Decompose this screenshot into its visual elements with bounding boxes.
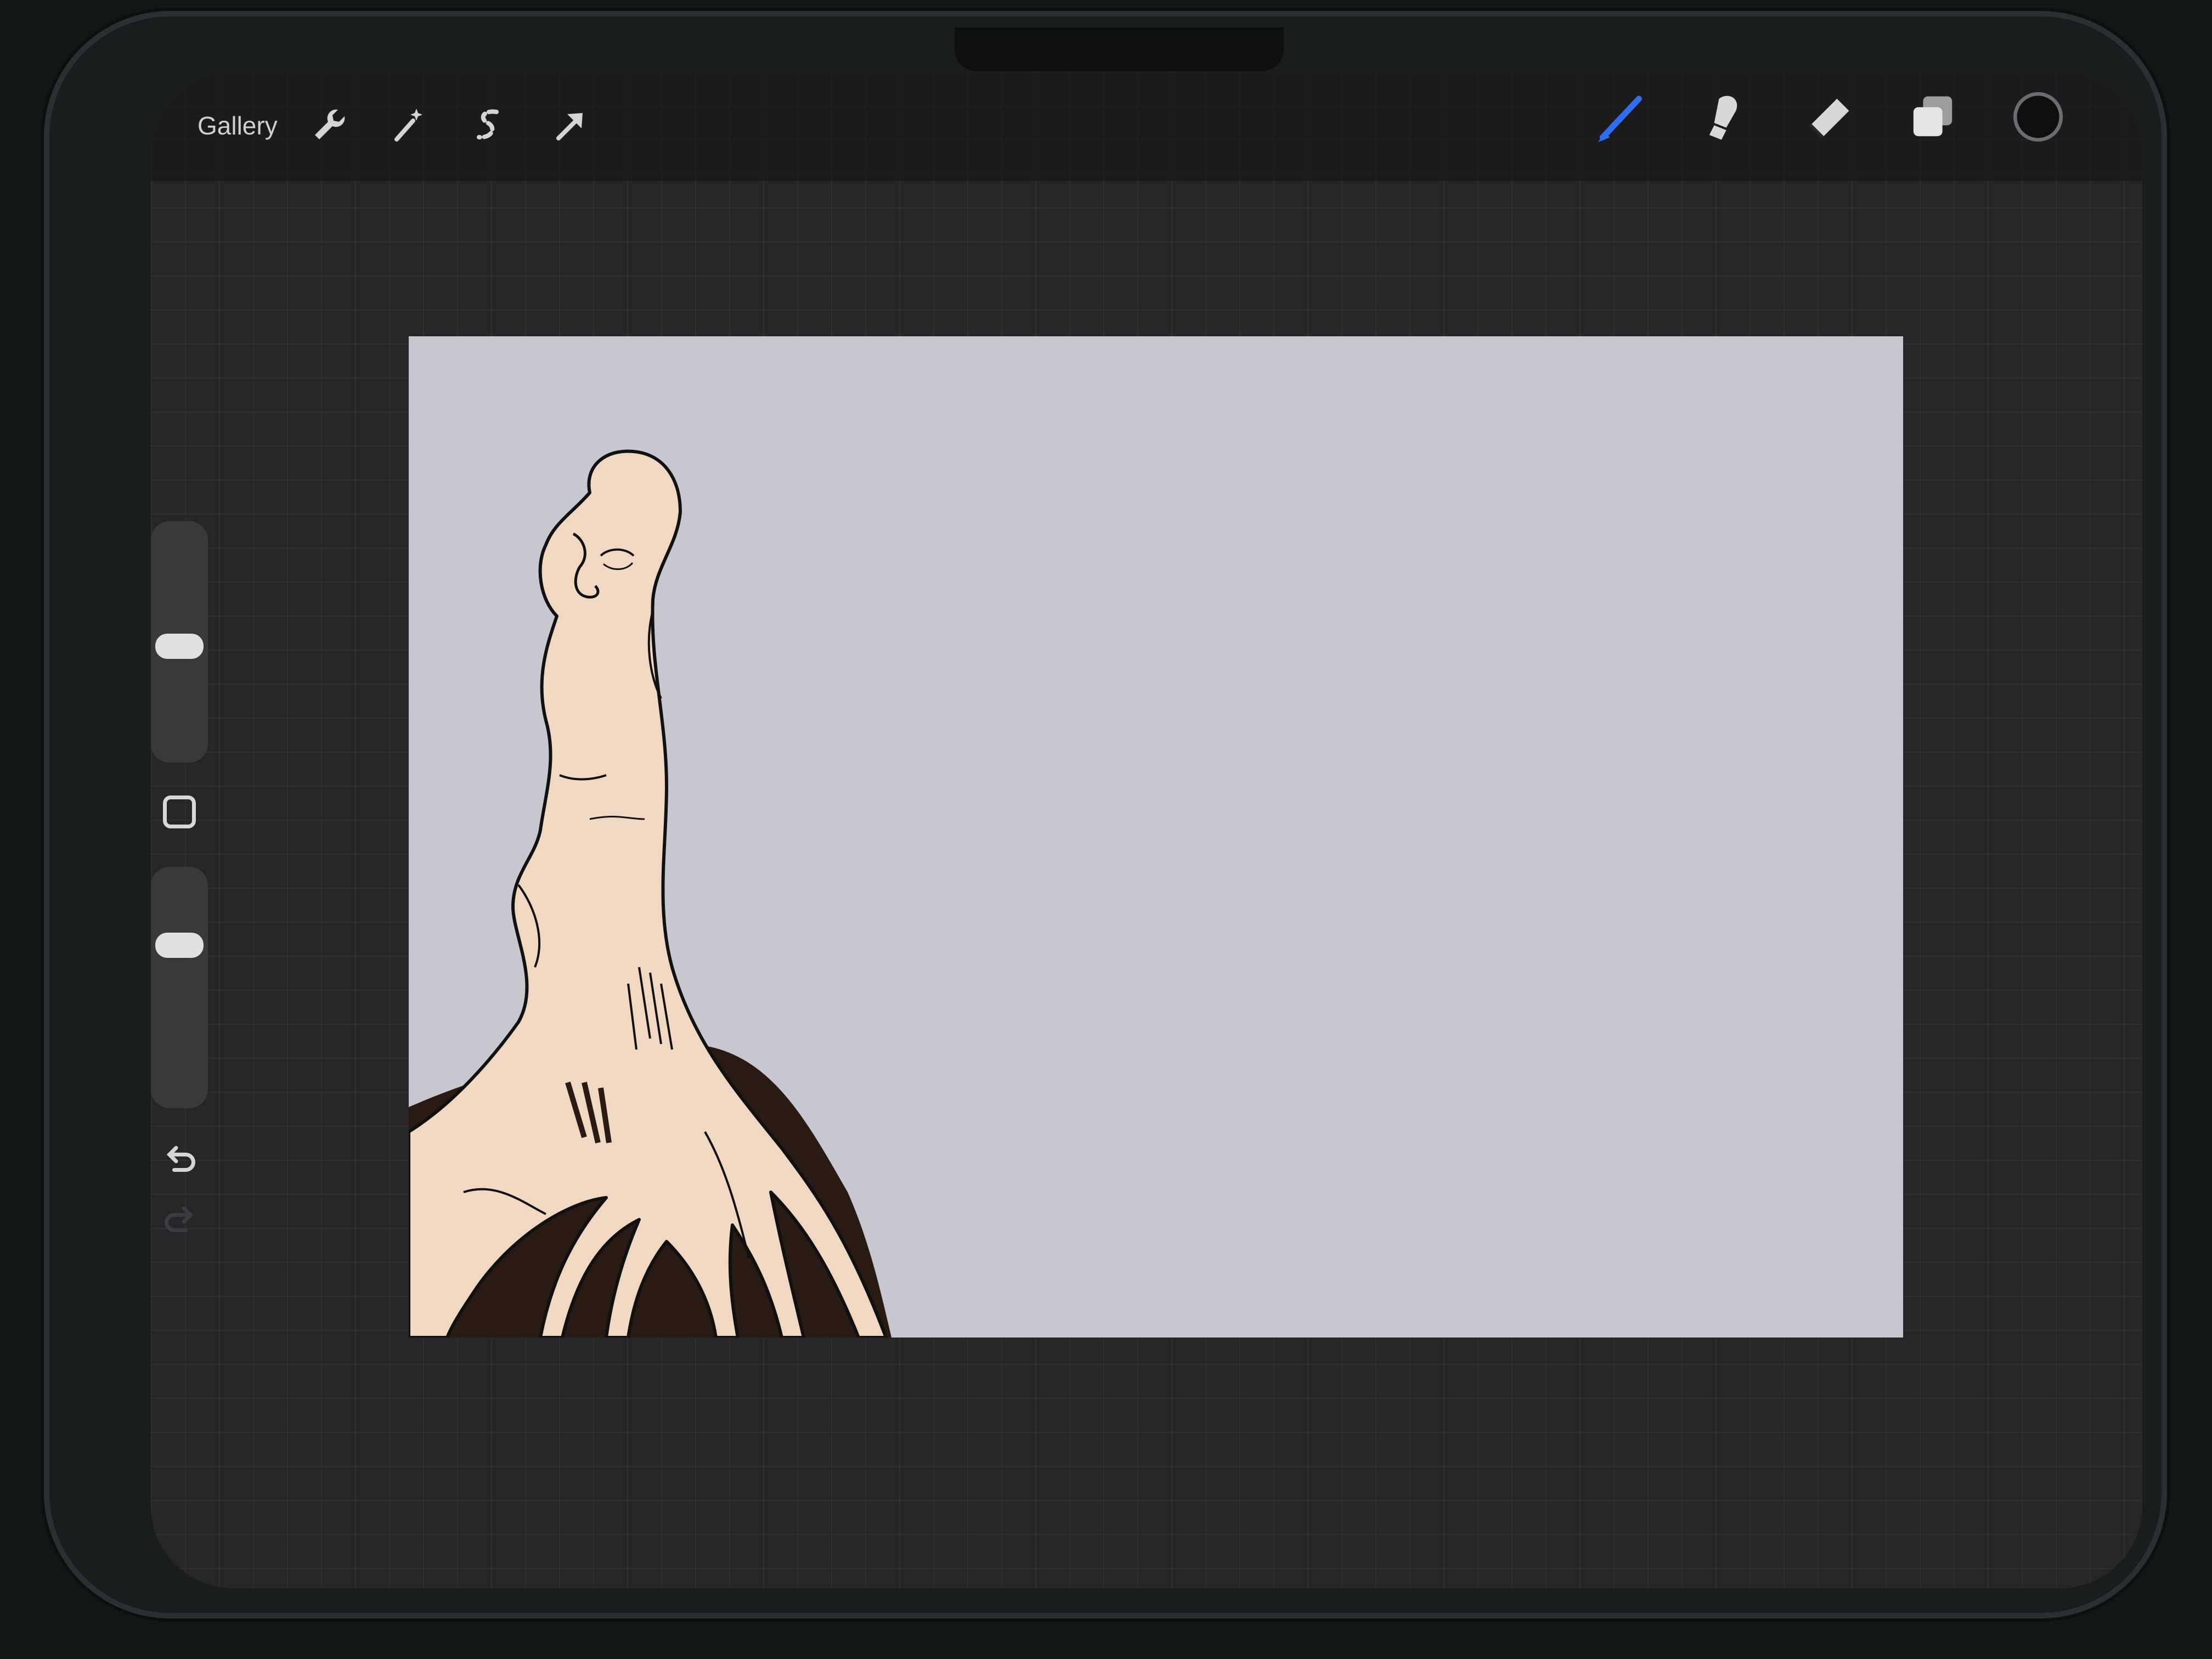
brush-size-knob[interactable] [155, 634, 204, 659]
magic-wand-icon[interactable] [387, 103, 431, 147]
color-swatch[interactable] [2008, 87, 2068, 147]
brush-size-slider[interactable] [151, 521, 208, 763]
selection-icon[interactable] [468, 103, 512, 147]
opacity-knob[interactable] [155, 933, 204, 958]
top-toolbar: Gallery [151, 71, 2142, 181]
opacity-slider[interactable] [151, 867, 208, 1108]
brush-icon[interactable] [1588, 87, 1649, 147]
camera-notch [955, 27, 1284, 71]
ipad-device: Gallery [44, 11, 2167, 1618]
procreate-screen: Gallery [151, 71, 2142, 1588]
artwork-drawing [409, 449, 891, 1338]
redo-icon[interactable] [161, 1201, 199, 1240]
transform-arrow-icon[interactable] [549, 103, 592, 147]
left-sidebar [151, 521, 217, 1251]
smudge-icon[interactable] [1692, 87, 1753, 147]
gallery-button[interactable]: Gallery [198, 111, 278, 140]
undo-icon[interactable] [161, 1141, 199, 1180]
drawing-canvas[interactable] [409, 336, 1903, 1338]
eraser-icon[interactable] [1798, 87, 1859, 147]
wrench-icon[interactable] [307, 103, 351, 147]
layers-icon[interactable] [1903, 87, 1963, 147]
modify-button[interactable] [163, 795, 196, 828]
